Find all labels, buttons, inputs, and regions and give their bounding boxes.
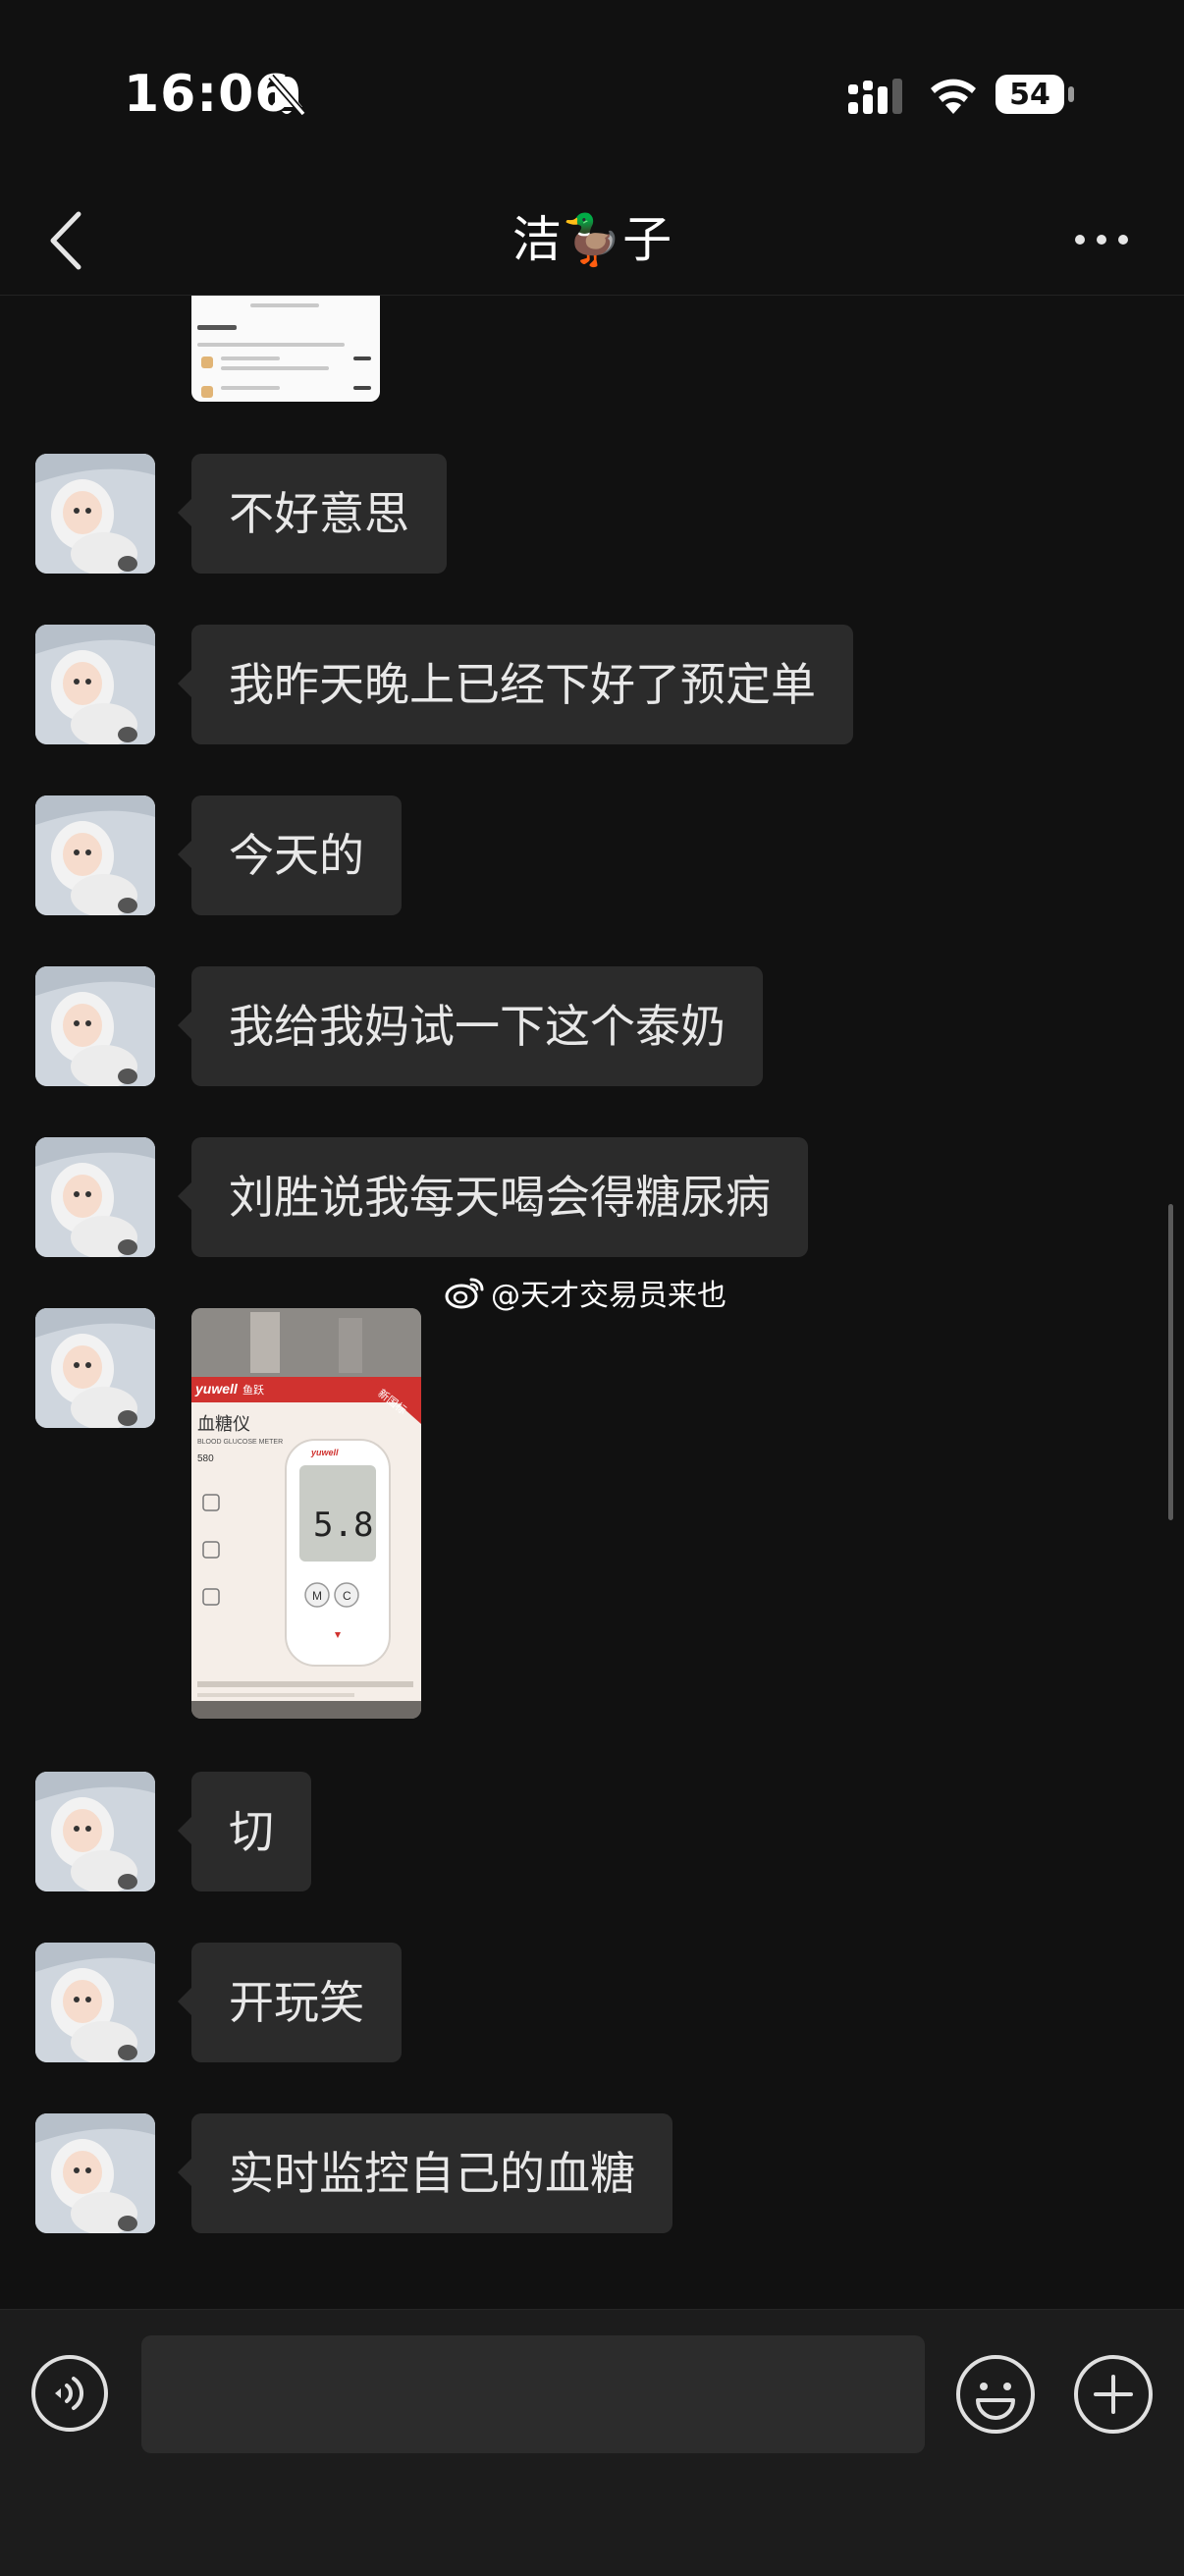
status-bar: 16:06 54	[0, 0, 1184, 187]
photo-product: 血糖仪	[197, 1414, 250, 1435]
message-bubble[interactable]: 切	[178, 1772, 311, 1891]
avatar[interactable]	[35, 1943, 155, 2062]
message-image-glucose-meter[interactable]: yuwell 鱼跃 新国标 血糖仪 BLOOD GLUCOSE METER 58…	[191, 1308, 421, 1719]
avatar[interactable]	[35, 1308, 155, 1428]
avatar[interactable]	[35, 454, 155, 574]
status-time: 16:06	[124, 65, 292, 124]
message-image-receipt[interactable]	[191, 296, 380, 402]
message-bubble[interactable]: 我给我妈试一下这个泰奶	[178, 966, 763, 1086]
avatar[interactable]	[35, 2113, 155, 2233]
message-input[interactable]	[141, 2335, 925, 2453]
message-bubble[interactable]: 刘胜说我每天喝会得糖尿病	[178, 1137, 808, 1257]
chat-title: 洁🦆子	[511, 211, 673, 268]
avatar[interactable]	[35, 1772, 155, 1891]
battery-level: 54	[1009, 77, 1050, 112]
message-bubble[interactable]: 开玩笑	[178, 1943, 402, 2062]
watermark-text: @天才交易员来也	[491, 1279, 727, 1313]
input-bar	[0, 2309, 1184, 2576]
message-bubble[interactable]: 今天的	[178, 795, 402, 915]
watermark: @天才交易员来也	[444, 1271, 727, 1314]
photo-model: 580	[197, 1453, 214, 1464]
ellipsis-icon[interactable]	[1070, 220, 1139, 259]
plus-icon[interactable]	[1072, 2353, 1155, 2436]
battery-cap	[1068, 86, 1074, 102]
photo-brand-cn: 鱼跃	[242, 1383, 264, 1397]
photo-brand: yuwell	[194, 1381, 239, 1397]
wifi-icon	[931, 79, 976, 114]
weibo-icon	[445, 1278, 484, 1309]
battery-indicator: 54	[996, 75, 1064, 114]
photo-reading: 5.8	[313, 1506, 373, 1545]
message-bubble[interactable]: 我昨天晚上已经下好了预定单	[178, 625, 853, 744]
voice-icon[interactable]	[29, 2353, 110, 2434]
avatar[interactable]	[35, 966, 155, 1086]
chat-header: 洁🦆子	[0, 187, 1184, 296]
avatar[interactable]	[35, 625, 155, 744]
emoji-icon[interactable]	[954, 2353, 1037, 2436]
message-bubble[interactable]: 实时监控自己的血糖	[178, 2113, 673, 2233]
photo-product-en: BLOOD GLUCOSE METER	[197, 1439, 283, 1446]
bell-slash-icon	[268, 74, 306, 117]
message-bubble[interactable]: 不好意思	[178, 454, 447, 574]
photo-meter-brand: yuwell	[310, 1448, 339, 1457]
avatar[interactable]	[35, 795, 155, 915]
photo-btn-m: M	[312, 1589, 322, 1603]
photo-btn-c: C	[343, 1589, 351, 1603]
scrollbar[interactable]	[1168, 1204, 1173, 1520]
message-list[interactable]: 不好意思 我昨天晚上已经下好了预定单 今天的 我给我妈试一下这个泰奶 刘胜说我每…	[0, 296, 1184, 2309]
cellular-signal-icon	[848, 79, 902, 114]
avatar[interactable]	[35, 1137, 155, 1257]
